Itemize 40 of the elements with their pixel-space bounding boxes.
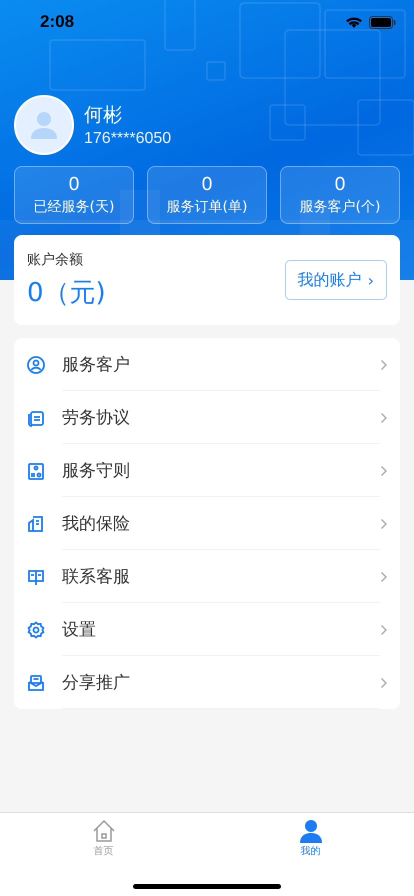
stat-label: 已经服务(天) — [34, 198, 114, 216]
balance-amount: 0（元) — [27, 276, 106, 310]
stat-label: 服务订单(单) — [166, 198, 248, 216]
battery-icon — [369, 16, 396, 28]
balance-label: 账户余额 — [27, 250, 84, 268]
status-time: 2:08 — [40, 12, 74, 32]
menu-item[interactable]: 设置 — [62, 603, 380, 656]
menu-item[interactable]: 联系客服 — [62, 550, 380, 603]
stat-card[interactable]: 0 已经服务(天) — [14, 166, 134, 224]
settings-icon — [26, 620, 46, 640]
chevron-icon — [380, 412, 388, 424]
stat-card[interactable]: 0 服务订单(单) — [147, 166, 267, 224]
person-icon — [30, 111, 58, 139]
chevron-icon — [380, 464, 388, 476]
home-icon — [92, 819, 116, 843]
menu-item[interactable]: 服务守则 — [62, 444, 380, 497]
wifi-icon — [345, 16, 363, 28]
chevron-icon — [380, 358, 388, 370]
envelope-icon — [26, 672, 46, 692]
stat-card[interactable]: 0 服务客户(个) — [280, 166, 400, 224]
chevron-icon — [380, 624, 388, 636]
person-icon — [298, 819, 322, 843]
menu-item[interactable]: 劳务协议 — [62, 391, 380, 444]
chevron-icon — [380, 570, 388, 582]
menu-item[interactable]: 服务客户 — [62, 338, 380, 391]
stat-value: 0 — [68, 174, 80, 196]
stat-label: 服务客户(个) — [300, 198, 380, 216]
user-name: 何彬 — [84, 103, 123, 128]
menu-item[interactable]: 分享推广 — [62, 656, 380, 709]
tab[interactable]: 我的 — [207, 813, 414, 858]
menu-item[interactable]: 我的保险 — [62, 497, 380, 550]
phone-number: 176****6050 — [84, 130, 172, 148]
chevron-icon — [380, 676, 388, 688]
my-account-button[interactable]: 我的账户 › — [284, 260, 387, 300]
id-card-icon — [26, 460, 46, 480]
stat-value: 0 — [334, 174, 346, 196]
chevron-icon — [380, 518, 388, 530]
policy-icon — [26, 514, 46, 534]
user-icon — [26, 354, 46, 374]
stat-value: 0 — [202, 174, 212, 196]
